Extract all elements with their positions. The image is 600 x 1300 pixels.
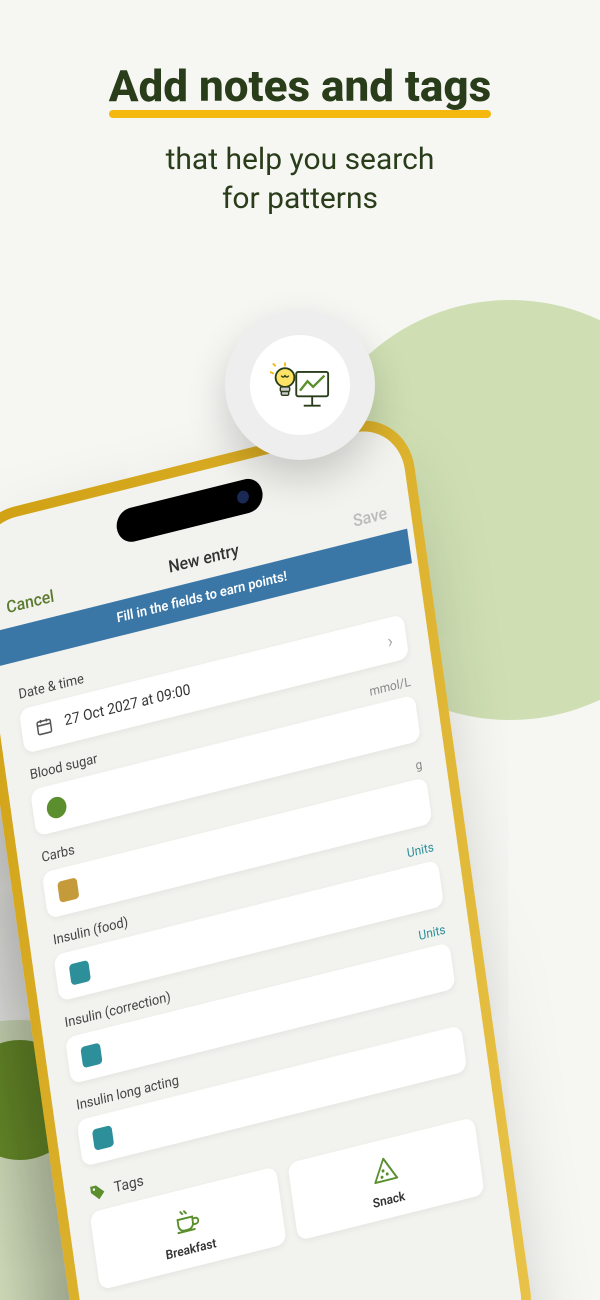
insulin-long-swatch-icon <box>92 1125 114 1151</box>
tag-tile-label: Snack <box>372 1188 406 1211</box>
datetime-value: 27 Oct 2027 at 09:00 <box>63 681 191 729</box>
insulin-correction-unit: Units <box>418 921 447 942</box>
hero-subtitle: that help you search for patterns <box>0 140 600 218</box>
pizza-slice-icon <box>368 1151 402 1190</box>
tag-tile-label: Breakfast <box>165 1236 217 1263</box>
calendar-icon <box>34 715 54 738</box>
hero-badge <box>225 310 375 460</box>
insulin-food-swatch-icon <box>69 960 91 986</box>
carbs-unit: g <box>414 756 423 772</box>
carbs-swatch-icon <box>57 877 79 903</box>
hero-badge-inner <box>250 335 350 435</box>
tags-label: Tags <box>113 1173 145 1197</box>
chevron-right-icon: › <box>386 630 394 653</box>
insulin-food-unit: Units <box>406 839 435 860</box>
hero: Add notes and tags that help you search … <box>0 0 600 218</box>
tag-icon <box>88 1181 108 1204</box>
save-button[interactable]: Save <box>352 503 388 531</box>
lightbulb-chart-icon <box>270 355 330 415</box>
cancel-button[interactable]: Cancel <box>5 586 55 618</box>
hero-title: Add notes and tags <box>109 60 491 112</box>
bloodsugar-unit: mmol/L <box>368 674 411 699</box>
bloodsugar-swatch-icon <box>45 795 67 821</box>
insulin-correction-swatch-icon <box>80 1042 102 1068</box>
page-title: New entry <box>167 540 240 577</box>
coffee-cup-icon <box>170 1201 204 1240</box>
